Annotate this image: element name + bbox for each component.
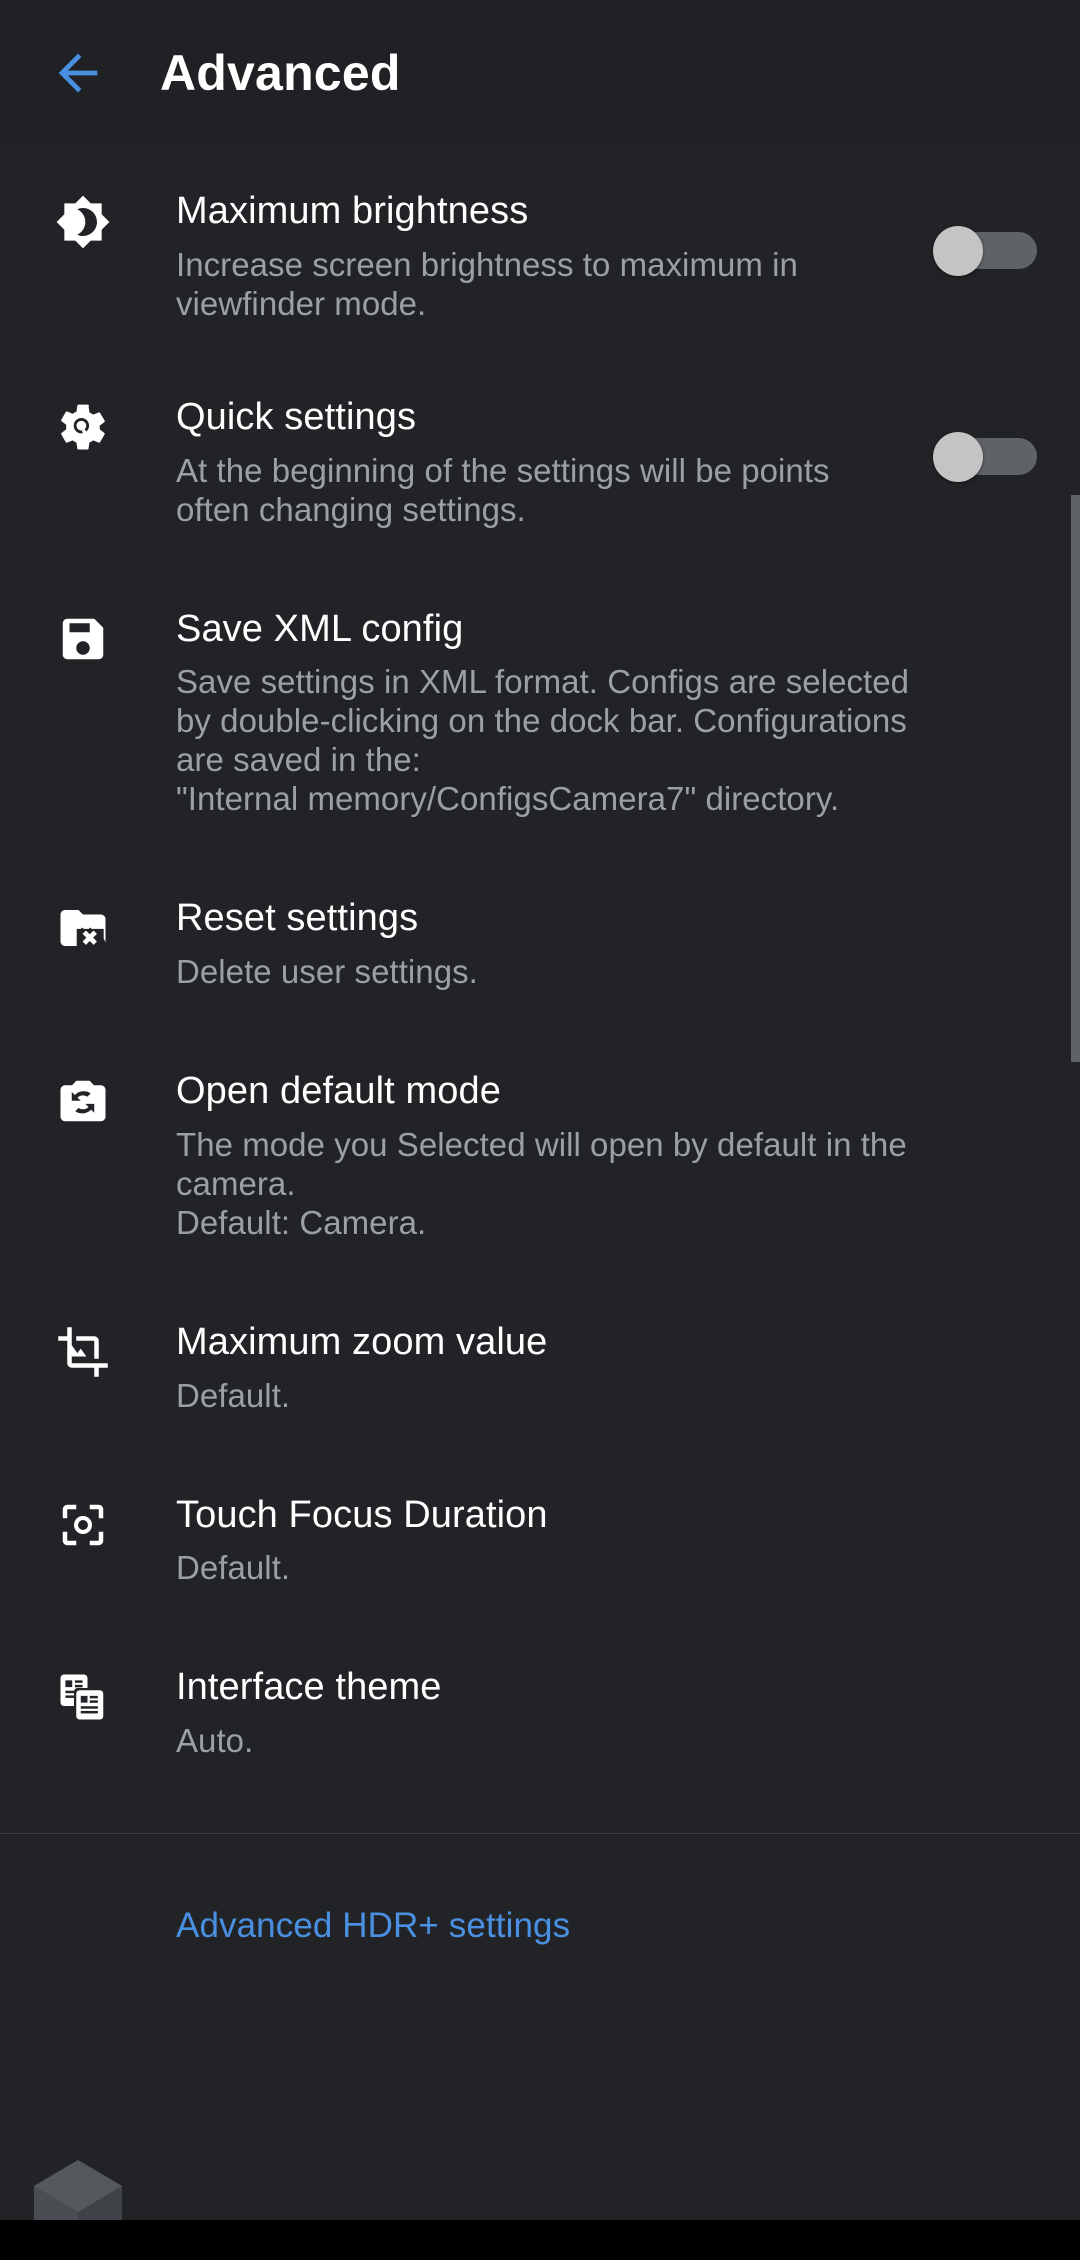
crop-image-icon-wrap: [44, 1323, 122, 1379]
setting-subtitle: Delete user settings.: [176, 953, 478, 991]
page-title: Advanced: [160, 45, 401, 101]
scrollbar-thumb[interactable]: [1071, 495, 1080, 1062]
setting-text-maximum-zoom-value: Maximum zoom value Default.: [122, 1320, 920, 1416]
setting-title: Reset settings: [176, 897, 419, 940]
scrollbar-track[interactable]: [1071, 146, 1080, 2260]
camera-switch-icon: [60, 1080, 106, 1122]
setting-text-quick-settings: Quick settings At the beginning of the s…: [122, 395, 920, 530]
setting-text-reset-settings: Reset settings Delete user settings.: [122, 897, 920, 992]
setting-subtitle: Auto.: [176, 1722, 254, 1760]
theme-cards-icon: [60, 1674, 106, 1720]
advanced-settings-screen: Advanced Maximum brightness Increase scr…: [0, 0, 1080, 2260]
setting-title: Save XML config: [176, 607, 464, 650]
folder-delete-icon-wrap: [44, 899, 122, 955]
advanced-hdr-settings-link[interactable]: Advanced HDR+ settings: [176, 1906, 570, 1946]
setting-subtitle: Default.: [176, 1376, 291, 1414]
camera-switch-icon-wrap: [44, 1072, 122, 1128]
setting-title: Quick settings: [176, 395, 417, 438]
setting-title: Open default mode: [176, 1070, 501, 1112]
setting-row-save-xml-config[interactable]: Save XML config Save settings in XML for…: [0, 530, 1080, 820]
setting-text-interface-theme: Interface theme Auto.: [122, 1666, 920, 1761]
setting-title: Touch Focus Duration: [176, 1493, 548, 1536]
setting-row-reset-settings[interactable]: Reset settings Delete user settings.: [0, 819, 1080, 992]
folder-delete-icon: [60, 910, 106, 952]
setting-subtitle: The mode you Selected will open by defau…: [176, 1125, 907, 1241]
setting-control-quick-settings: [920, 398, 1050, 482]
crop-image-icon: [58, 1326, 108, 1377]
setting-row-maximum-brightness[interactable]: Maximum brightness Increase screen brigh…: [0, 146, 1080, 324]
setting-row-maximum-zoom-value[interactable]: Maximum zoom value Default.: [0, 1243, 1080, 1416]
setting-text-open-default-mode: Open default mode The mode you Selected …: [122, 1070, 920, 1243]
setting-subtitle: Increase screen brightness to maximum in…: [176, 245, 798, 322]
toggle-thumb: [933, 431, 983, 482]
save-floppy-icon: [62, 618, 104, 659]
setting-text-save-xml-config: Save XML config Save settings in XML for…: [122, 607, 920, 820]
footer-link-row: Advanced HDR+ settings: [0, 1834, 1080, 1946]
setting-text-maximum-brightness: Maximum brightness Increase screen brigh…: [122, 190, 920, 324]
center-focus-icon-wrap: [44, 1496, 122, 1552]
gear-search-icon: [61, 404, 105, 450]
center-focus-icon: [62, 1504, 104, 1545]
setting-title: Interface theme: [176, 1666, 442, 1709]
save-floppy-icon-wrap: [44, 610, 122, 666]
setting-title: Maximum zoom value: [176, 1320, 548, 1363]
system-navigation-bar: [0, 2220, 1080, 2260]
arrow-left-icon: [58, 53, 98, 93]
setting-subtitle: Default.: [176, 1549, 291, 1587]
app-bar: Advanced: [0, 0, 1080, 146]
maximum-brightness-toggle[interactable]: [933, 226, 1037, 276]
settings-list: Maximum brightness Increase screen brigh…: [0, 146, 1080, 2260]
setting-control-maximum-brightness: [920, 192, 1050, 276]
brightness-icon-wrap: [44, 192, 122, 250]
setting-row-quick-settings[interactable]: Quick settings At the beginning of the s…: [0, 324, 1080, 530]
setting-title: Maximum brightness: [176, 190, 529, 232]
setting-subtitle: Save settings in XML format. Configs are…: [176, 663, 910, 818]
setting-row-touch-focus-duration[interactable]: Touch Focus Duration Default.: [0, 1416, 1080, 1589]
setting-text-touch-focus-duration: Touch Focus Duration Default.: [122, 1493, 920, 1589]
setting-subtitle: At the beginning of the settings will be…: [176, 451, 830, 528]
theme-cards-icon-wrap: [44, 1668, 122, 1724]
gear-search-icon-wrap: [44, 398, 122, 456]
setting-row-open-default-mode[interactable]: Open default mode The mode you Selected …: [0, 992, 1080, 1243]
toggle-thumb: [933, 226, 983, 276]
setting-row-interface-theme[interactable]: Interface theme Auto.: [0, 1588, 1080, 1761]
brightness-icon: [56, 195, 110, 249]
back-button[interactable]: [40, 35, 116, 111]
quick-settings-toggle[interactable]: [933, 431, 1037, 482]
